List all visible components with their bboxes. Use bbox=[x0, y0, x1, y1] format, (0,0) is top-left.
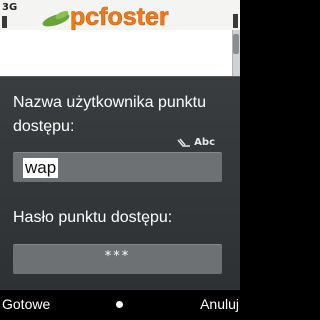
username-value: wap bbox=[23, 158, 59, 178]
username-field[interactable]: wap bbox=[13, 152, 222, 182]
softkey-bar: Gotowe Anuluj bbox=[0, 290, 240, 320]
access-point-dialog: Nazwa użytkownika punktu dostępu: Abc wa… bbox=[0, 76, 240, 290]
cancel-softkey[interactable]: Anuluj bbox=[200, 296, 239, 312]
page-scrollbar-thumb[interactable] bbox=[233, 34, 239, 54]
password-masked-value: *** bbox=[104, 249, 131, 264]
input-mode-label: Abc bbox=[194, 137, 215, 148]
done-softkey[interactable]: Gotowe bbox=[2, 296, 50, 312]
signal-strength-icon bbox=[2, 16, 7, 28]
password-field[interactable]: *** bbox=[13, 244, 222, 274]
username-label: Nazwa użytkownika punktu dostępu: bbox=[13, 94, 206, 135]
webpage-content bbox=[0, 30, 240, 76]
status-bar: 3G pcfoster bbox=[0, 0, 240, 31]
pen-input-icon bbox=[177, 138, 191, 147]
network-indicator: 3G bbox=[2, 2, 18, 13]
battery-icon bbox=[233, 14, 238, 28]
input-mode-indicator: Abc bbox=[177, 137, 215, 148]
screen: 3G pcfoster Nazwa użytkownika punktu dos… bbox=[0, 0, 240, 320]
logo-text: pcfoster bbox=[70, 3, 169, 31]
center-select-icon[interactable] bbox=[116, 301, 123, 308]
pcfoster-logo: pcfoster bbox=[42, 3, 169, 31]
password-label: Hasło punktu dostępu: bbox=[13, 209, 173, 226]
